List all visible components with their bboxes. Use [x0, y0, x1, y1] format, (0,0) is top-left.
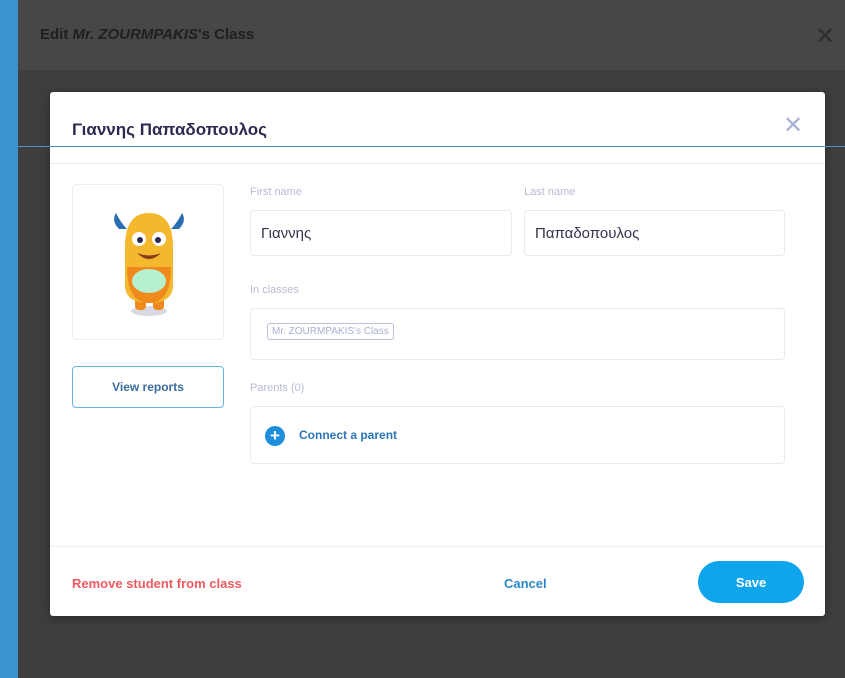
- save-button[interactable]: Save: [698, 561, 804, 603]
- outer-close-icon[interactable]: ✕: [815, 22, 835, 51]
- connect-parent-button[interactable]: + Connect a parent: [250, 406, 785, 464]
- parents-label: Parents (0): [250, 382, 305, 394]
- page-backdrop: [0, 0, 18, 678]
- connect-parent-label: Connect a parent: [299, 428, 398, 442]
- student-name-title: Γιαννης Παπαδοπουλος: [72, 120, 267, 139]
- monster-avatar-icon: [114, 213, 184, 316]
- cancel-button[interactable]: Cancel: [504, 576, 547, 591]
- edit-class-title: Edit Mr. ZOURMPAKIS's Class: [40, 26, 255, 43]
- modal-footer: Remove student from class Cancel Save: [50, 546, 825, 616]
- classes-field[interactable]: Mr. ZOURMPAKIS's Class: [250, 308, 785, 360]
- in-classes-label: In classes: [250, 284, 299, 296]
- plus-circle-icon: +: [265, 426, 285, 446]
- close-icon[interactable]: ✕: [783, 114, 803, 138]
- divider-line: [18, 146, 845, 147]
- first-name-label: First name: [250, 186, 302, 198]
- view-reports-button[interactable]: View reports: [72, 366, 224, 408]
- modal-header: Γιαννης Παπαδοπουλος ✕: [50, 92, 825, 164]
- class-tag[interactable]: Mr. ZOURMPAKIS's Class: [267, 323, 394, 340]
- avatar[interactable]: [72, 184, 224, 340]
- edit-student-modal: Γιαννης Παπαδοπουλος ✕ View reports Firs…: [50, 92, 825, 616]
- remove-student-button[interactable]: Remove student from class: [72, 576, 242, 591]
- last-name-label: Last name: [524, 186, 576, 198]
- first-name-field[interactable]: Γιαννης: [250, 210, 512, 256]
- last-name-field[interactable]: Παπαδοπουλος: [524, 210, 785, 256]
